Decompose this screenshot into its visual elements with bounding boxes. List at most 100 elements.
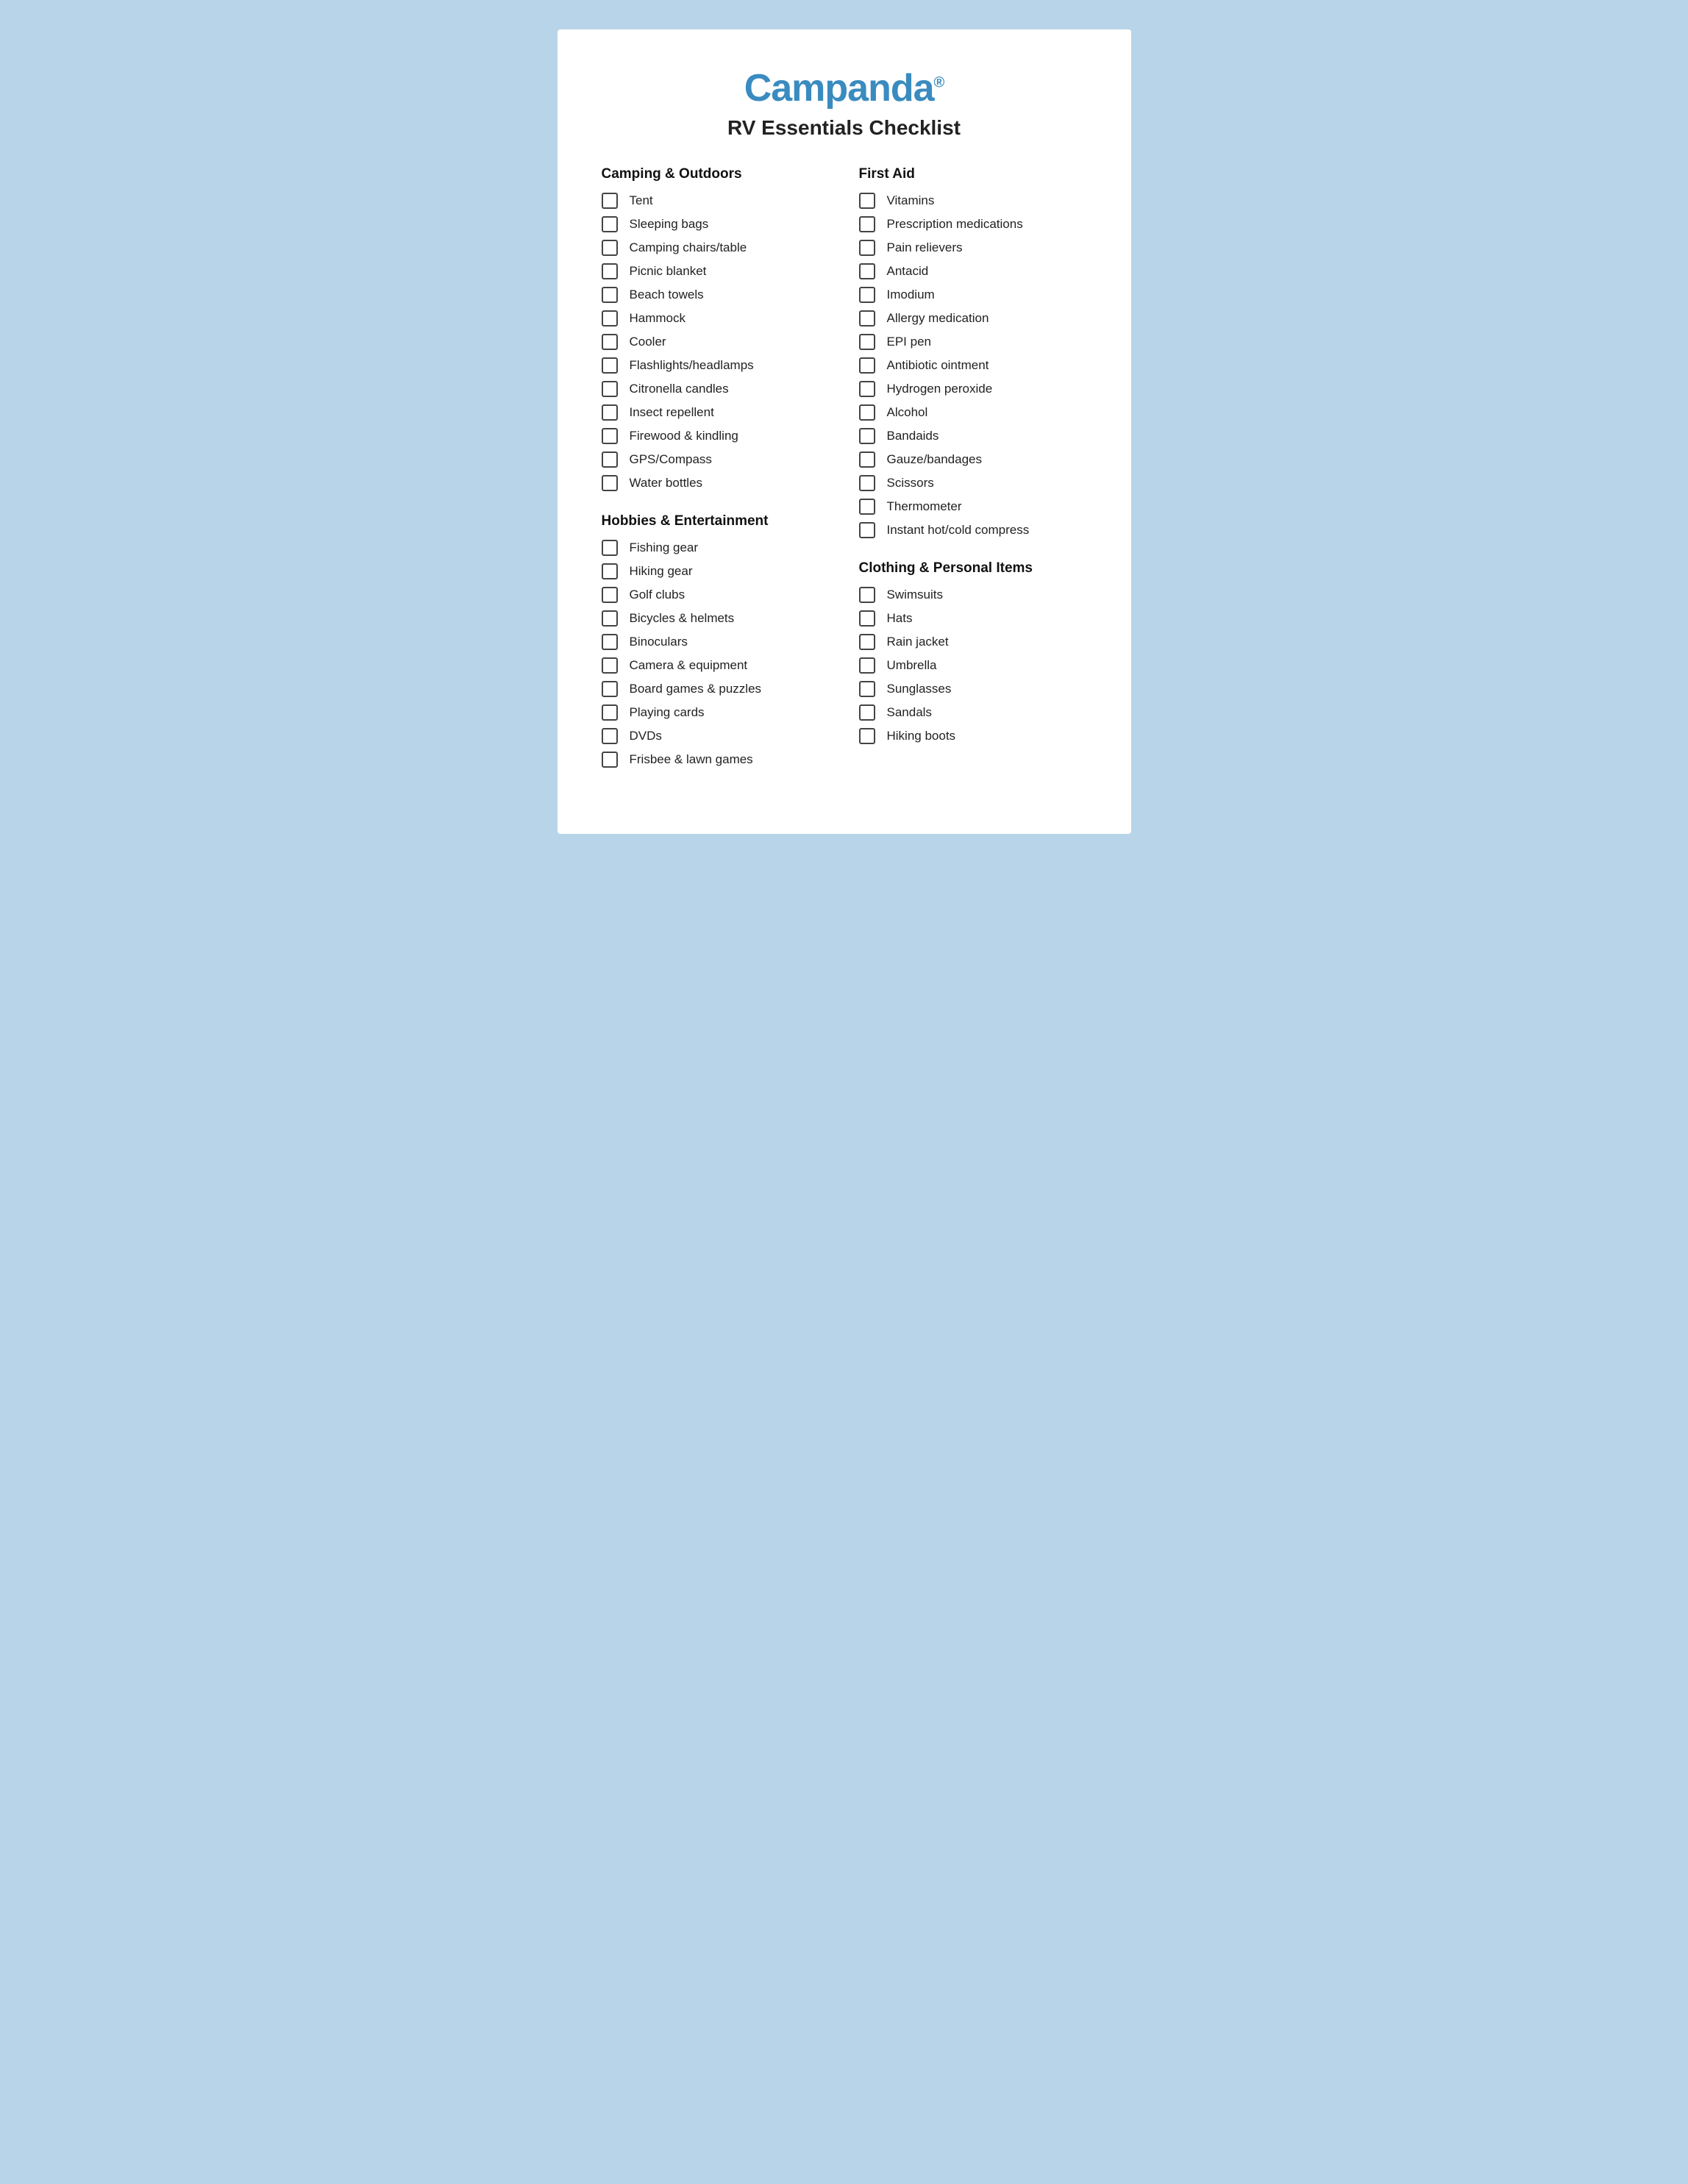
checkbox[interactable] bbox=[602, 704, 618, 721]
checkbox[interactable] bbox=[859, 475, 875, 491]
checkbox[interactable] bbox=[859, 216, 875, 232]
checkbox[interactable] bbox=[859, 522, 875, 538]
section-firstaid: First Aid VitaminsPrescription medicatio… bbox=[859, 166, 1087, 538]
item-label: Pain relievers bbox=[887, 240, 963, 255]
checkbox[interactable] bbox=[859, 263, 875, 279]
list-item: EPI pen bbox=[859, 334, 1087, 350]
checkbox[interactable] bbox=[602, 381, 618, 397]
item-label: Thermometer bbox=[887, 499, 962, 514]
item-label: Board games & puzzles bbox=[630, 682, 762, 696]
list-item: Bandaids bbox=[859, 428, 1087, 444]
list-item: Hiking gear bbox=[602, 563, 830, 579]
list-item: Cooler bbox=[602, 334, 830, 350]
checkbox[interactable] bbox=[859, 381, 875, 397]
checkbox[interactable] bbox=[859, 452, 875, 468]
col-left: Camping & Outdoors TentSleeping bagsCamp… bbox=[602, 166, 830, 790]
item-label: Picnic blanket bbox=[630, 264, 707, 279]
list-item: Picnic blanket bbox=[602, 263, 830, 279]
section-clothing-title: Clothing & Personal Items bbox=[859, 560, 1087, 577]
checkbox[interactable] bbox=[859, 704, 875, 721]
item-label: GPS/Compass bbox=[630, 452, 712, 467]
item-label: Citronella candles bbox=[630, 382, 729, 396]
checkbox[interactable] bbox=[602, 657, 618, 674]
list-item: Sandals bbox=[859, 704, 1087, 721]
checkbox[interactable] bbox=[859, 193, 875, 209]
list-item: Sleeping bags bbox=[602, 216, 830, 232]
item-label: Playing cards bbox=[630, 705, 705, 720]
checkbox[interactable] bbox=[859, 634, 875, 650]
item-label: Water bottles bbox=[630, 476, 703, 490]
item-label: Sandals bbox=[887, 705, 932, 720]
list-item: Antibiotic ointment bbox=[859, 357, 1087, 374]
checkbox[interactable] bbox=[859, 610, 875, 627]
section-hobbies-title: Hobbies & Entertainment bbox=[602, 513, 830, 529]
item-label: Flashlights/headlamps bbox=[630, 358, 754, 373]
list-item: Alcohol bbox=[859, 404, 1087, 421]
checkbox[interactable] bbox=[602, 634, 618, 650]
checkbox[interactable] bbox=[859, 657, 875, 674]
checkbox[interactable] bbox=[859, 499, 875, 515]
list-item: Board games & puzzles bbox=[602, 681, 830, 697]
checkbox[interactable] bbox=[859, 587, 875, 603]
checkbox[interactable] bbox=[602, 193, 618, 209]
checkbox[interactable] bbox=[602, 752, 618, 768]
item-label: DVDs bbox=[630, 729, 662, 743]
checkbox[interactable] bbox=[859, 310, 875, 326]
checkbox[interactable] bbox=[602, 540, 618, 556]
checkbox[interactable] bbox=[602, 681, 618, 697]
checkbox[interactable] bbox=[602, 287, 618, 303]
item-label: Camping chairs/table bbox=[630, 240, 747, 255]
camping-checklist: TentSleeping bagsCamping chairs/tablePic… bbox=[602, 193, 830, 491]
list-item: Umbrella bbox=[859, 657, 1087, 674]
checkbox[interactable] bbox=[602, 428, 618, 444]
checkbox[interactable] bbox=[859, 287, 875, 303]
checkbox[interactable] bbox=[602, 216, 618, 232]
page: Campanda® RV Essentials Checklist Campin… bbox=[558, 29, 1131, 834]
checkbox[interactable] bbox=[602, 452, 618, 468]
logo-brand: Campanda bbox=[744, 67, 934, 110]
checkbox[interactable] bbox=[602, 334, 618, 350]
checkbox[interactable] bbox=[602, 587, 618, 603]
col-right: First Aid VitaminsPrescription medicatio… bbox=[859, 166, 1087, 766]
checkbox[interactable] bbox=[602, 728, 618, 744]
item-label: Rain jacket bbox=[887, 635, 949, 649]
list-item: Camping chairs/table bbox=[602, 240, 830, 256]
list-item: Rain jacket bbox=[859, 634, 1087, 650]
list-item: Allergy medication bbox=[859, 310, 1087, 326]
checkbox[interactable] bbox=[602, 475, 618, 491]
checkbox[interactable] bbox=[859, 681, 875, 697]
checkbox[interactable] bbox=[602, 610, 618, 627]
item-label: Hydrogen peroxide bbox=[887, 382, 993, 396]
checkbox[interactable] bbox=[602, 404, 618, 421]
list-item: Camera & equipment bbox=[602, 657, 830, 674]
checkbox[interactable] bbox=[602, 263, 618, 279]
checkbox[interactable] bbox=[859, 404, 875, 421]
checkbox[interactable] bbox=[602, 310, 618, 326]
checkbox[interactable] bbox=[602, 357, 618, 374]
checkbox[interactable] bbox=[859, 728, 875, 744]
item-label: Allergy medication bbox=[887, 311, 989, 326]
item-label: Bicycles & helmets bbox=[630, 611, 735, 626]
section-firstaid-title: First Aid bbox=[859, 166, 1087, 182]
item-label: Fishing gear bbox=[630, 540, 699, 555]
list-item: Golf clubs bbox=[602, 587, 830, 603]
clothing-checklist: SwimsuitsHatsRain jacketUmbrellaSunglass… bbox=[859, 587, 1087, 744]
checkbox[interactable] bbox=[859, 357, 875, 374]
item-label: Sleeping bags bbox=[630, 217, 709, 232]
checkbox[interactable] bbox=[859, 334, 875, 350]
section-camping: Camping & Outdoors TentSleeping bagsCamp… bbox=[602, 166, 830, 491]
list-item: Water bottles bbox=[602, 475, 830, 491]
checkbox[interactable] bbox=[859, 428, 875, 444]
item-label: Sunglasses bbox=[887, 682, 952, 696]
logo-text: Campanda® bbox=[744, 67, 944, 110]
checkbox[interactable] bbox=[602, 563, 618, 579]
item-label: Frisbee & lawn games bbox=[630, 752, 753, 767]
list-item: Swimsuits bbox=[859, 587, 1087, 603]
checkbox[interactable] bbox=[859, 240, 875, 256]
list-item: GPS/Compass bbox=[602, 452, 830, 468]
list-item: Playing cards bbox=[602, 704, 830, 721]
list-item: Thermometer bbox=[859, 499, 1087, 515]
section-clothing: Clothing & Personal Items SwimsuitsHatsR… bbox=[859, 560, 1087, 744]
checkbox[interactable] bbox=[602, 240, 618, 256]
firstaid-checklist: VitaminsPrescription medicationsPain rel… bbox=[859, 193, 1087, 538]
